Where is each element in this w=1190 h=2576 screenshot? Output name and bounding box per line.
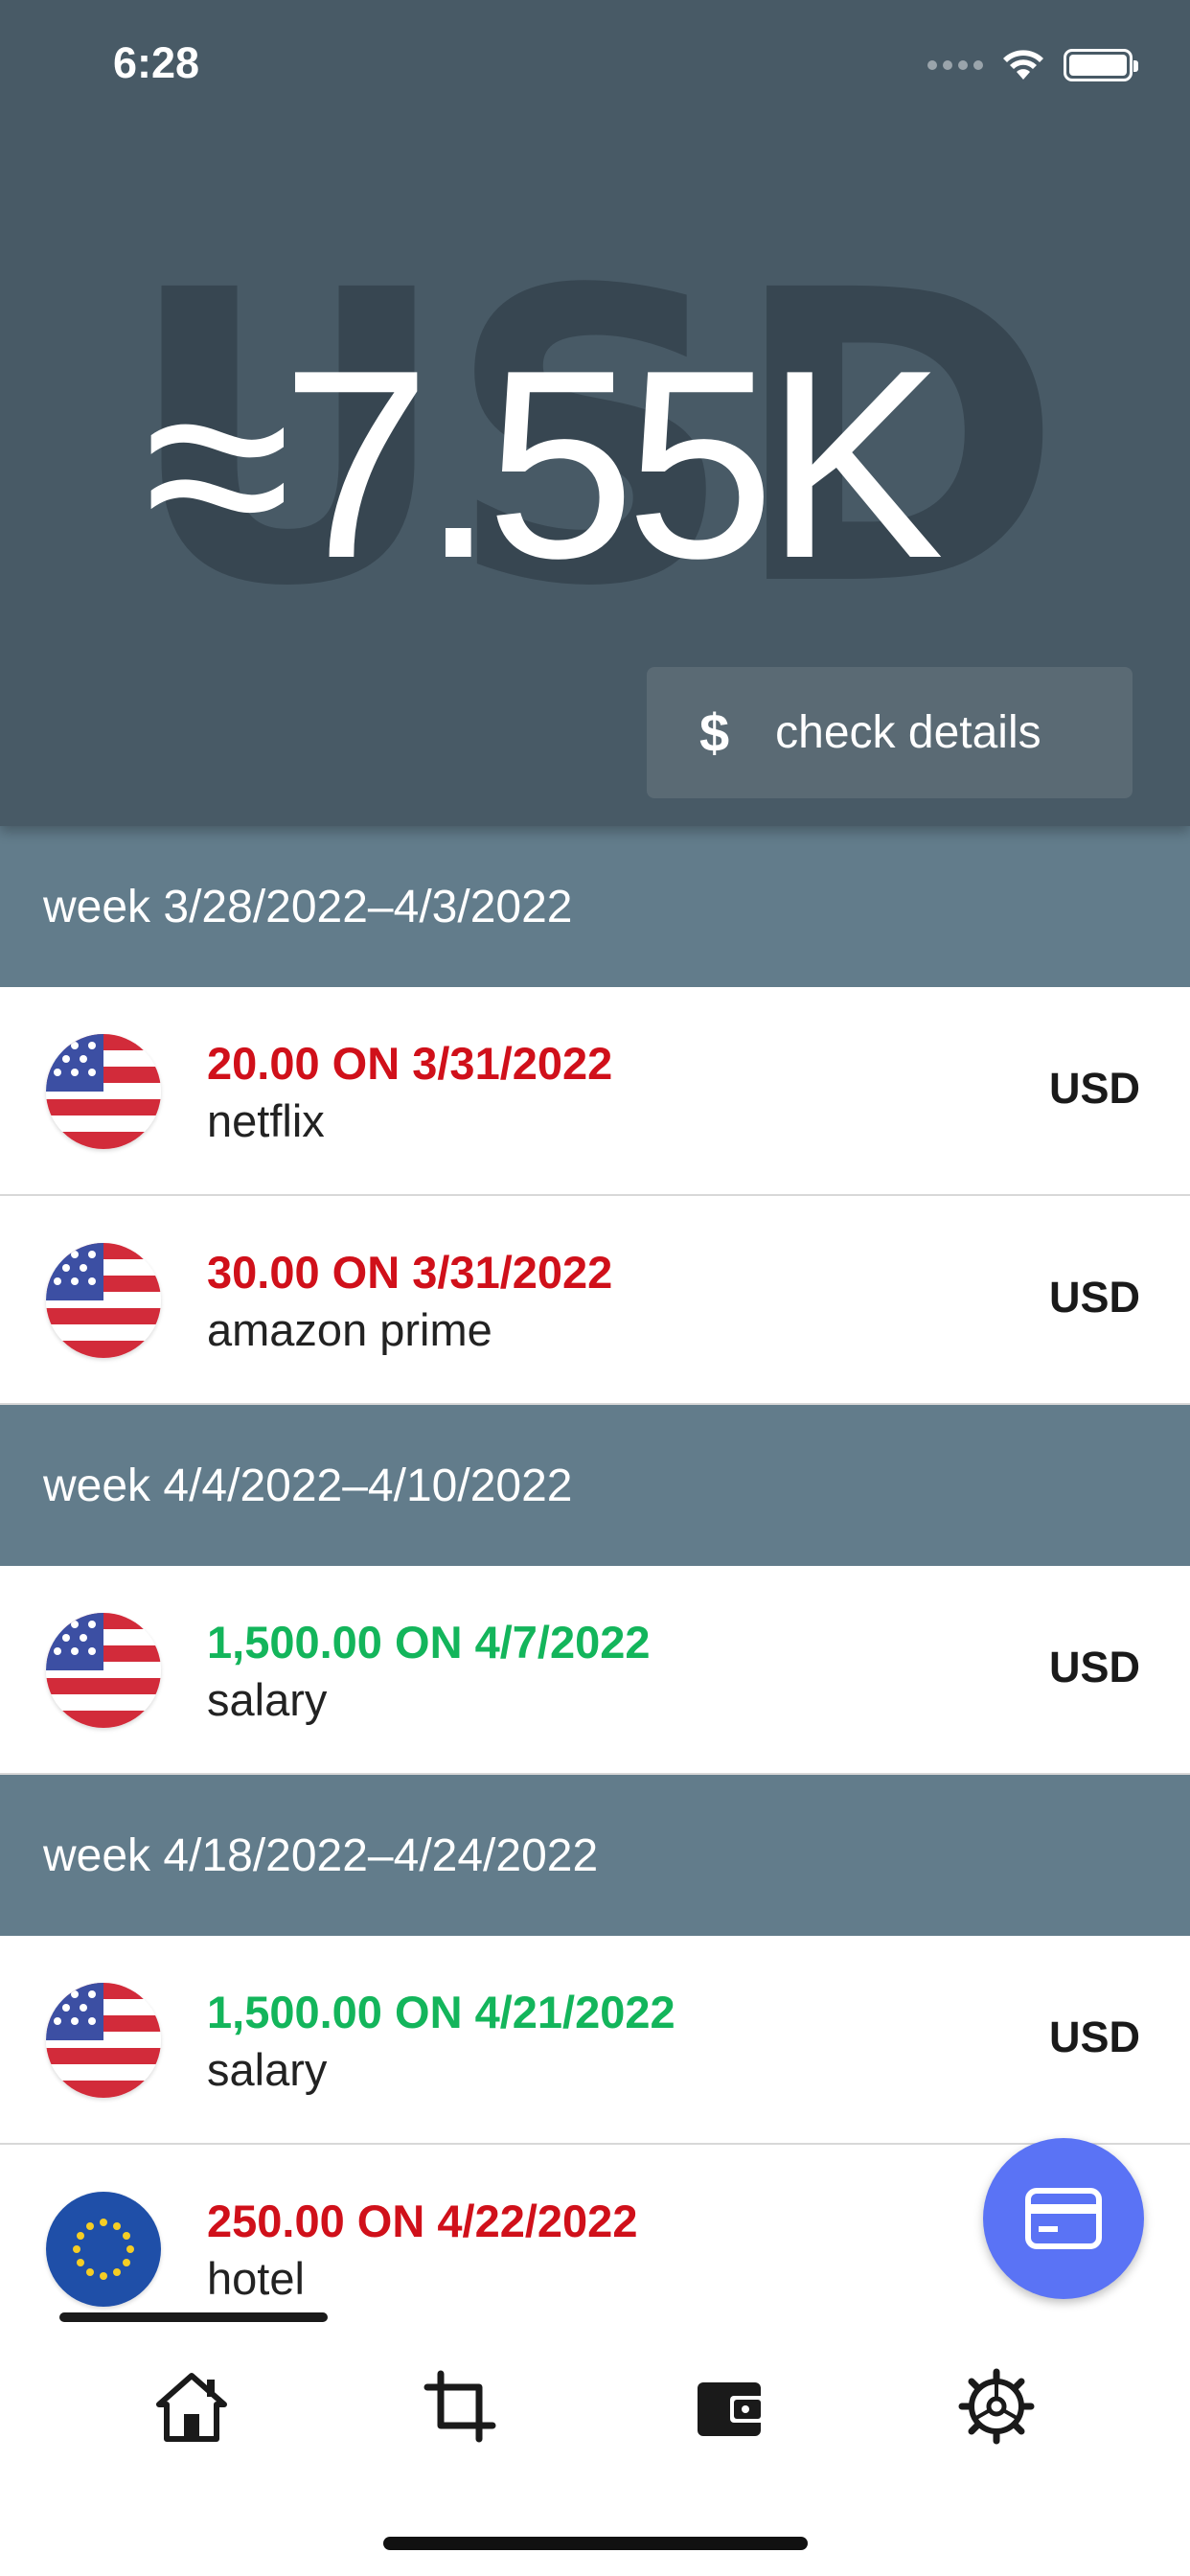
wallet-icon xyxy=(698,2382,765,2436)
transaction-row[interactable]: 1,500.00 ON 4/7/2022 salary USD xyxy=(0,1566,1190,1775)
settings-gear-icon xyxy=(958,2368,1035,2445)
check-details-button[interactable]: $ check details xyxy=(647,667,1133,798)
transaction-row[interactable]: 1,500.00 ON 4/21/2022 salary USD xyxy=(0,1936,1190,2145)
transaction-row[interactable]: 20.00 ON 3/31/2022 netflix USD xyxy=(0,987,1190,1196)
battery-icon xyxy=(1064,49,1138,81)
transaction-amount: 1,500.00 ON 4/7/2022 xyxy=(207,1617,651,1668)
transaction-amount: 1,500.00 ON 4/21/2022 xyxy=(207,1987,675,2037)
wifi-icon xyxy=(1003,50,1043,80)
credit-card-icon xyxy=(1025,2188,1102,2249)
status-icons xyxy=(927,46,1138,84)
us-flag-icon xyxy=(46,1243,161,1358)
tab-crop[interactable] xyxy=(417,2363,503,2450)
transaction-amount: 30.00 ON 3/31/2022 xyxy=(207,1247,613,1298)
transaction-currency: USD xyxy=(1048,2012,1140,2061)
week-header: week 4/18/2022–4/24/2022 xyxy=(0,1775,1190,1936)
transaction-description: netflix xyxy=(207,1095,325,1146)
transaction-currency: USD xyxy=(1048,1273,1140,1322)
scroll-indicator xyxy=(59,2312,328,2322)
balance-header: 6:28 USD ≈7.55K $ check details xyxy=(0,0,1190,826)
total-balance: ≈7.55K xyxy=(144,315,944,614)
dollar-icon: $ xyxy=(699,702,730,763)
us-flag-icon xyxy=(46,1034,161,1149)
transaction-description: hotel xyxy=(207,2253,305,2304)
cellular-signal-icon xyxy=(927,60,983,70)
add-card-fab[interactable] xyxy=(983,2138,1144,2299)
week-header: week 4/4/2022–4/10/2022 xyxy=(0,1405,1190,1566)
us-flag-icon xyxy=(46,1613,161,1728)
eu-flag-icon xyxy=(46,2192,161,2307)
transaction-currency: USD xyxy=(1048,1064,1140,1113)
check-details-label: check details xyxy=(775,707,1041,758)
transaction-list[interactable]: week 3/28/2022–4/3/2022 20.00 ON 3/31/20… xyxy=(0,826,1190,2336)
transaction-amount: 250.00 ON 4/22/2022 xyxy=(207,2196,638,2246)
transaction-description: salary xyxy=(207,2044,328,2095)
tab-home[interactable] xyxy=(149,2363,235,2450)
status-time: 6:28 xyxy=(113,38,200,87)
transaction-currency: USD xyxy=(1048,1643,1140,1691)
week-header: week 3/28/2022–4/3/2022 xyxy=(0,826,1190,987)
transaction-description: salary xyxy=(207,1674,328,1725)
crop-icon xyxy=(423,2370,496,2443)
transaction-description: amazon prime xyxy=(207,1304,492,1355)
transaction-amount: 20.00 ON 3/31/2022 xyxy=(207,1038,613,1089)
home-icon xyxy=(156,2373,227,2442)
tab-settings[interactable] xyxy=(953,2363,1040,2450)
transaction-row[interactable]: 30.00 ON 3/31/2022 amazon prime USD xyxy=(0,1196,1190,1405)
us-flag-icon xyxy=(46,1983,161,2098)
home-indicator[interactable] xyxy=(383,2537,808,2550)
tab-wallet[interactable] xyxy=(687,2363,773,2450)
